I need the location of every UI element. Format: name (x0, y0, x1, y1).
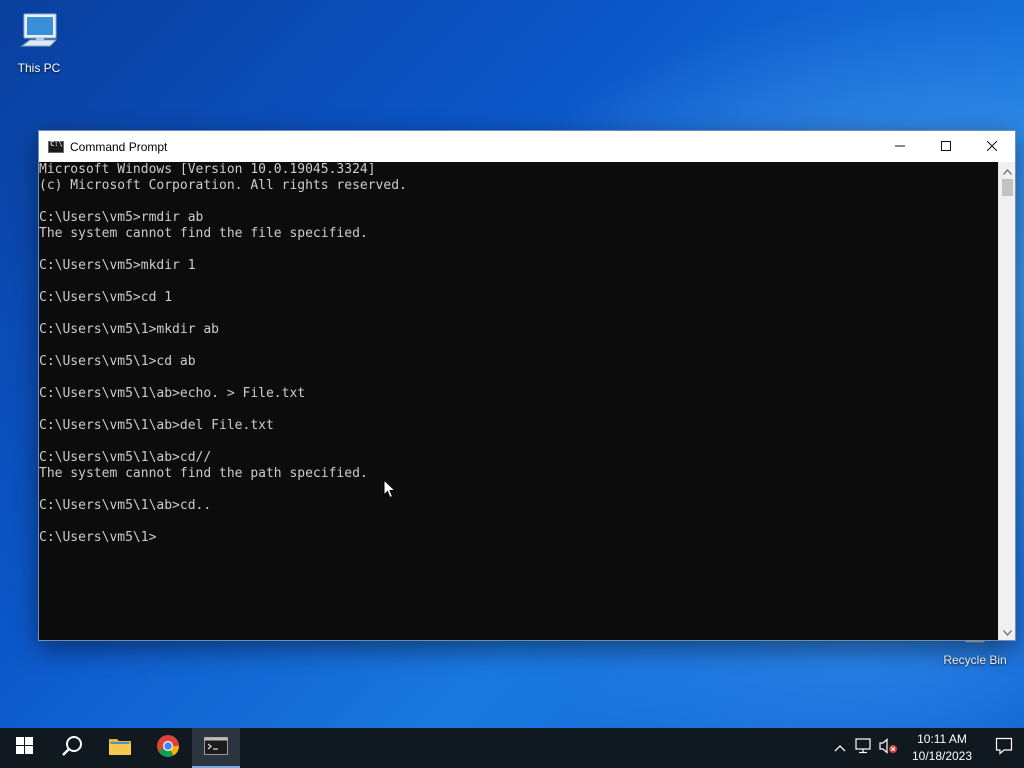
console-line: The system cannot find the path specifie… (39, 466, 368, 481)
console-line: C:\Users\vm5\1\ab>del File.txt (39, 418, 274, 433)
chevron-up-icon (834, 739, 846, 757)
console-line: C:\Users\vm5>mkdir 1 (39, 258, 196, 273)
search-button[interactable] (48, 728, 96, 768)
taskbar-command-prompt[interactable] (192, 728, 240, 768)
mouse-pointer-icon (383, 478, 397, 504)
clock[interactable]: 10:11 AM 10/18/2023 (904, 731, 980, 765)
command-prompt-window[interactable]: Command Prompt Microsoft Windows [Versio… (38, 130, 1016, 641)
cmd-icon (204, 736, 228, 760)
console-line: C:\Users\vm5\1> (39, 530, 157, 545)
console-line: The system cannot find the file specifie… (39, 226, 368, 241)
desktop-icon-label: This PC (17, 61, 61, 75)
scroll-down-button[interactable] (999, 623, 1016, 640)
close-icon (986, 138, 998, 156)
console-line: C:\Users\vm5\1\ab>echo. > File.txt (39, 386, 306, 401)
clock-time: 10:11 AM (917, 732, 967, 746)
taskbar: 10:11 AM 10/18/2023 (0, 728, 1024, 768)
console-line: C:\Users\vm5>rmdir ab (39, 210, 204, 225)
action-center-button[interactable] (984, 728, 1024, 768)
minimize-icon (895, 138, 905, 156)
taskbar-file-explorer[interactable] (96, 728, 144, 768)
search-icon (61, 735, 83, 762)
scrollbar-thumb[interactable] (1002, 179, 1013, 196)
desktop-icon-this-pc[interactable]: This PC (1, 8, 77, 75)
show-hidden-icons-button[interactable] (828, 728, 852, 768)
desktop-icon-label: Recycle Bin (943, 653, 1007, 667)
vertical-scrollbar[interactable] (998, 162, 1015, 640)
title-bar[interactable]: Command Prompt (39, 131, 1015, 162)
minimize-button[interactable] (877, 131, 923, 162)
start-button[interactable] (0, 728, 48, 768)
scroll-up-button[interactable] (999, 162, 1016, 179)
volume-muted-icon (878, 737, 898, 759)
window-title: Command Prompt (70, 139, 168, 154)
computer-icon (1, 8, 77, 57)
clock-date: 10/18/2023 (911, 749, 973, 763)
network-icon (855, 737, 873, 759)
windows-logo-icon (15, 737, 33, 759)
console-line: (c) Microsoft Corporation. All rights re… (39, 178, 407, 193)
console-output[interactable]: Microsoft Windows [Version 10.0.19045.33… (39, 162, 999, 640)
chrome-icon (156, 734, 180, 763)
console-line: Microsoft Windows [Version 10.0.19045.33… (39, 162, 376, 177)
chevron-up-icon (1003, 162, 1012, 180)
console-line: C:\Users\vm5\1>cd ab (39, 354, 196, 369)
console-line: C:\Users\vm5\1\ab>cd.. (39, 498, 212, 513)
cmd-icon (48, 140, 64, 153)
volume-button[interactable] (876, 728, 900, 768)
chevron-down-icon (1003, 623, 1012, 641)
maximize-button[interactable] (923, 131, 969, 162)
maximize-icon (941, 138, 951, 156)
folder-icon (108, 736, 132, 761)
notification-icon (995, 737, 1013, 760)
console-line: C:\Users\vm5\1\ab>cd// (39, 450, 212, 465)
network-button[interactable] (852, 728, 876, 768)
taskbar-chrome[interactable] (144, 728, 192, 768)
close-button[interactable] (969, 131, 1015, 162)
console-line: C:\Users\vm5>cd 1 (39, 290, 173, 305)
system-tray: 10:11 AM 10/18/2023 (828, 728, 1024, 768)
console-line: C:\Users\vm5\1>mkdir ab (39, 322, 220, 337)
